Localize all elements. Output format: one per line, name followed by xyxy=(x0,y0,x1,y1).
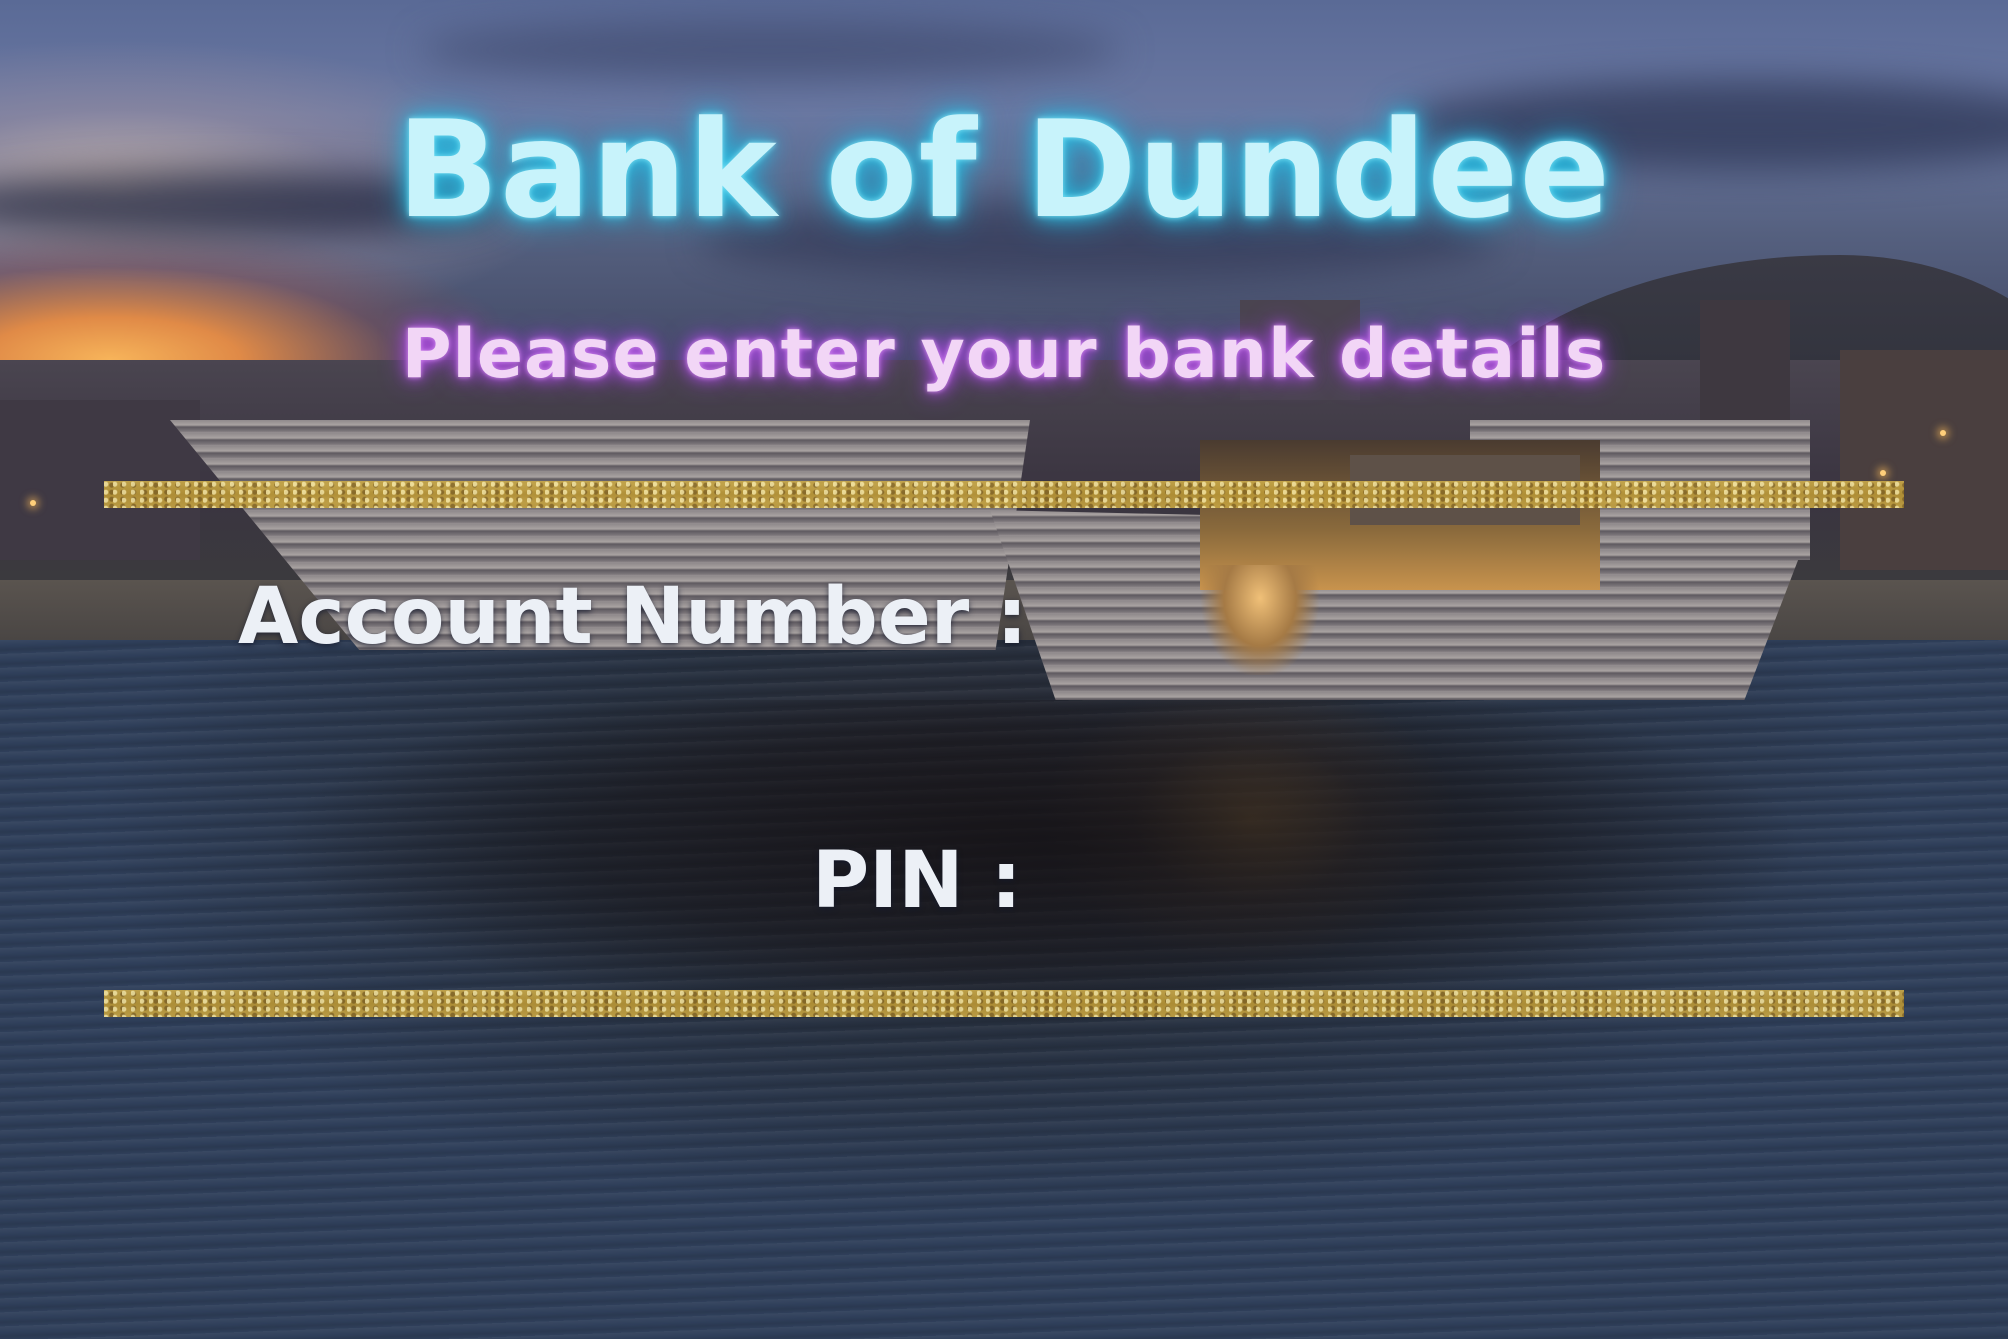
street-light xyxy=(1880,470,1886,476)
gold-divider-top xyxy=(104,481,1904,508)
account-number-input[interactable] xyxy=(1050,578,1874,664)
page-title: Bank of Dundee xyxy=(396,92,1612,248)
pin-label: PIN : xyxy=(812,836,1022,926)
cloud xyxy=(420,20,1120,80)
page-subtitle: Please enter your bank details xyxy=(401,315,1607,394)
account-number-label: Account Number : xyxy=(238,572,1028,662)
street-light xyxy=(30,500,36,506)
street-light xyxy=(1940,430,1946,436)
gold-divider-bottom xyxy=(104,990,1904,1017)
pin-input[interactable] xyxy=(1030,842,1554,928)
